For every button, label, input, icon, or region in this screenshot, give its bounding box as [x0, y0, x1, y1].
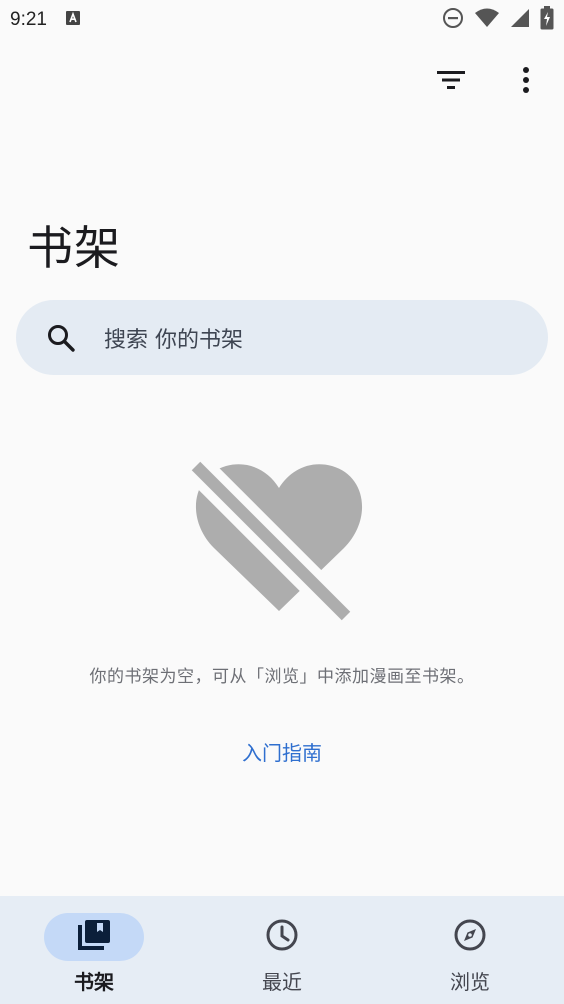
nav-item-browse[interactable]: 浏览: [376, 896, 564, 1004]
getting-started-link[interactable]: 入门指南: [0, 737, 564, 766]
nav-label-library: 书架: [74, 970, 114, 994]
signal-icon: [510, 7, 530, 33]
wifi-icon: [474, 7, 500, 33]
nav-label-browse: 浏览: [450, 970, 490, 994]
bottom-navigation: 书架 最近 浏览: [0, 896, 564, 1004]
status-time: 9:21: [10, 9, 47, 30]
search-bar[interactable]: 搜索 你的书架: [16, 300, 548, 375]
empty-message: 你的书架为空，可从「浏览」中添加漫画至书架。: [89, 667, 475, 687]
nav-item-library[interactable]: 书架: [0, 896, 188, 1004]
keyboard-a-icon: [65, 10, 81, 30]
status-bar: 9:21: [0, 0, 564, 40]
history-clock-icon: [265, 918, 299, 956]
do-not-disturb-icon: [442, 7, 464, 33]
page-title: 书架: [27, 221, 121, 275]
filter-icon: [436, 68, 466, 96]
more-vert-icon: [522, 66, 530, 98]
nav-item-history[interactable]: 最近: [188, 896, 376, 1004]
battery-charging-icon: [540, 6, 554, 34]
nav-icon-holder-history: [232, 913, 332, 961]
top-app-bar: [0, 56, 564, 108]
search-icon: [45, 322, 77, 354]
search-input[interactable]: 搜索 你的书架: [104, 322, 243, 354]
filter-button[interactable]: [427, 58, 475, 106]
more-options-button[interactable]: [502, 58, 550, 106]
explore-compass-icon: [453, 918, 487, 956]
nav-icon-holder-browse: [420, 913, 520, 961]
heart-off-icon: [185, 455, 372, 627]
nav-label-history: 最近: [262, 970, 302, 994]
library-books-icon: [77, 919, 111, 955]
nav-active-indicator: [44, 913, 144, 961]
